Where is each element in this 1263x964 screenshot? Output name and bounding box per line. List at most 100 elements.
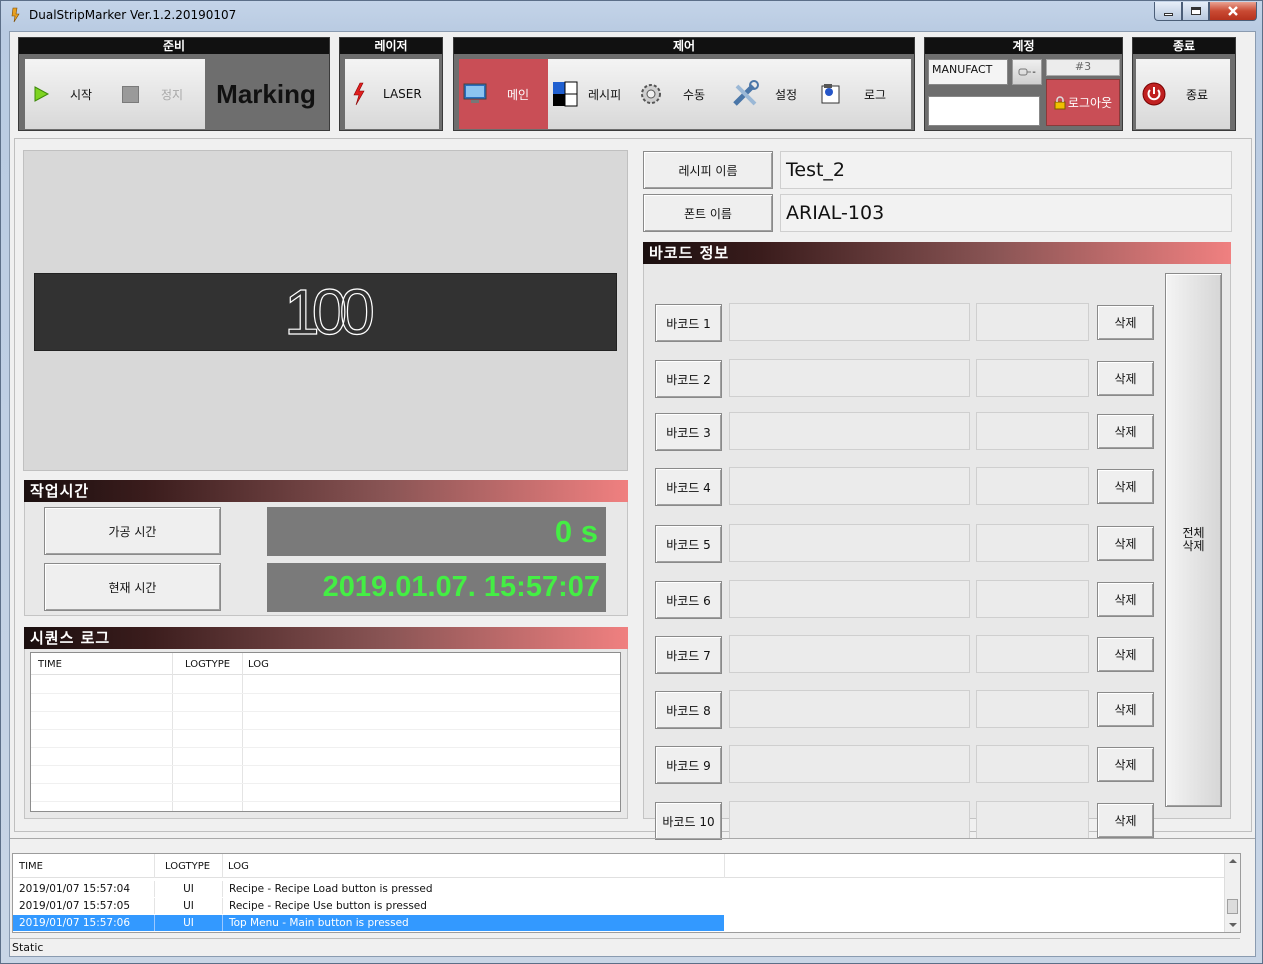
barcode-extra-field[interactable] <box>976 467 1089 505</box>
current-time-label: 현재 시간 <box>44 563 221 611</box>
exit-header: 종료 <box>1133 38 1235 54</box>
barcode-delete-button[interactable]: 삭제 <box>1097 692 1154 727</box>
key-button[interactable]: - <box>1012 59 1042 85</box>
barcode-delete-button[interactable]: 삭제 <box>1097 526 1154 561</box>
barcode-extra-field[interactable] <box>976 580 1089 618</box>
user-name-field: MANUFACT <box>928 59 1008 85</box>
power-icon <box>1142 82 1166 106</box>
sequence-log-header: 시퀀스 로그 <box>24 627 628 649</box>
exit-label: 종료 <box>1186 87 1209 102</box>
divider <box>10 838 1255 839</box>
barcode-value-field[interactable] <box>729 467 970 505</box>
column-header-time[interactable]: TIME <box>38 659 62 670</box>
barcode-extra-field[interactable] <box>976 359 1089 397</box>
barcode-value-field[interactable] <box>729 690 970 728</box>
barcode-value-field[interactable] <box>729 635 970 673</box>
barcode-delete-button[interactable]: 삭제 <box>1097 305 1154 340</box>
recipe-button[interactable]: 레시피 <box>548 59 635 129</box>
bottom-column-header-log[interactable]: LOG <box>228 861 249 872</box>
level-text: #3 <box>1074 60 1092 73</box>
laser-button[interactable]: LASER <box>345 59 439 129</box>
barcode-label-5: 바코드 5 <box>655 525 722 563</box>
barcode-label-6: 바코드 6 <box>655 581 722 619</box>
column-header-log[interactable]: LOG <box>248 659 269 670</box>
current-time-value: 2019.01.07. 15:57:07 <box>322 571 600 603</box>
log-row-type: UI <box>154 915 222 931</box>
column-header-logtype[interactable]: LOGTYPE <box>185 659 230 670</box>
barcode-extra-field[interactable] <box>976 801 1089 839</box>
barcode-extra-field[interactable] <box>976 635 1089 673</box>
log-row-type: UI <box>154 898 222 914</box>
barcode-delete-button[interactable]: 삭제 <box>1097 361 1154 396</box>
barcode-value-field[interactable] <box>729 359 970 397</box>
barcode-value-field[interactable] <box>729 303 970 341</box>
bottom-log-columns: TIME LOGTYPE LOG <box>13 854 1240 878</box>
stop-button[interactable]: 정지 <box>115 59 205 129</box>
barcode-label-text: 바코드 10 <box>662 814 715 829</box>
stop-label: 정지 <box>161 87 184 102</box>
recipe-name-field: Test_2 <box>780 151 1232 189</box>
barcode-label-10: 바코드 10 <box>655 802 722 840</box>
log-row-message: Recipe - Recipe Use button is pressed <box>222 898 427 914</box>
barcode-extra-field[interactable] <box>976 524 1089 562</box>
barcode-value-field[interactable] <box>729 580 970 618</box>
process-time-label-text: 가공 시간 <box>108 524 157 539</box>
barcode-delete-label: 삭제 <box>1114 425 1137 439</box>
barcode-delete-label: 삭제 <box>1114 316 1137 330</box>
bottom-column-header-time[interactable]: TIME <box>19 861 43 872</box>
app-icon <box>10 7 22 23</box>
barcode-extra-field[interactable] <box>976 412 1089 450</box>
barcode-label-2: 바코드 2 <box>655 360 722 398</box>
lightning-icon <box>353 82 365 106</box>
barcode-value-field[interactable] <box>729 412 970 450</box>
barcode-delete-label: 삭제 <box>1114 372 1137 386</box>
barcode-delete-button[interactable]: 삭제 <box>1097 803 1154 838</box>
sequence-log-list[interactable]: TIME LOGTYPE LOG <box>30 652 621 812</box>
start-button[interactable]: 시작 <box>25 59 115 129</box>
bottom-log-list[interactable]: TIME LOGTYPE LOG 2019/01/07 15:57:04 UI Re… <box>12 853 1241 933</box>
title-bar[interactable]: DualStripMarker Ver.1.2.20190107 <box>1 1 1262 31</box>
exit-button[interactable]: 종료 <box>1136 59 1230 129</box>
barcode-delete-button[interactable]: 삭제 <box>1097 414 1154 449</box>
log-row[interactable]: 2019/01/07 15:57:06 UI Top Menu - Main but… <box>13 915 724 931</box>
close-button[interactable] <box>1209 2 1257 21</box>
manual-button[interactable]: 수동 <box>635 59 725 129</box>
maximize-icon <box>1190 7 1201 15</box>
logout-button[interactable]: 로그아웃 <box>1046 79 1120 126</box>
barcode-delete-button[interactable]: 삭제 <box>1097 637 1154 672</box>
main-button[interactable]: 메인 <box>459 59 548 129</box>
bottom-column-header-logtype[interactable]: LOGTYPE <box>165 861 210 872</box>
minimize-button[interactable] <box>1154 2 1182 21</box>
marking-status: Marking <box>205 59 327 129</box>
scroll-thumb[interactable] <box>1227 899 1238 914</box>
log-row[interactable]: 2019/01/07 15:57:05 UI Recipe - Recipe Use… <box>13 898 724 914</box>
settings-button[interactable]: 설정 <box>725 59 814 129</box>
status-text: Static <box>12 941 44 954</box>
barcode-extra-field[interactable] <box>976 690 1089 728</box>
barcode-delete-button[interactable]: 삭제 <box>1097 582 1154 617</box>
barcode-value-field[interactable] <box>729 801 970 839</box>
barcode-extra-field[interactable] <box>976 303 1089 341</box>
laser-group: 레이저 LASER <box>339 37 443 131</box>
delete-all-button[interactable]: 전체 삭제 <box>1165 273 1222 807</box>
vertical-scrollbar[interactable] <box>1224 854 1240 932</box>
scroll-down-icon <box>1229 923 1237 927</box>
log-row[interactable]: 2019/01/07 15:57:04 UI Recipe - Recipe Loa… <box>13 881 724 897</box>
barcode-delete-button[interactable]: 삭제 <box>1097 747 1154 782</box>
barcode-delete-label: 삭제 <box>1114 758 1137 772</box>
app-window: DualStripMarker Ver.1.2.20190107 준비 시작 정… <box>0 0 1263 964</box>
barcode-delete-button[interactable]: 삭제 <box>1097 469 1154 504</box>
exit-group: 종료 종료 <box>1132 37 1236 131</box>
maximize-button[interactable] <box>1182 2 1209 21</box>
monitor-icon <box>463 83 487 103</box>
barcode-label-8: 바코드 8 <box>655 691 722 729</box>
barcode-extra-field[interactable] <box>976 745 1089 783</box>
marking-strip: 100 <box>34 273 617 351</box>
minimize-icon <box>1163 12 1173 16</box>
log-button[interactable]: 로그 <box>814 59 911 129</box>
delete-all-label: 전체 삭제 <box>1182 526 1205 553</box>
password-field[interactable] <box>928 96 1040 126</box>
prepare-group: 준비 시작 정지 Marking <box>18 37 330 131</box>
barcode-value-field[interactable] <box>729 745 970 783</box>
barcode-value-field[interactable] <box>729 524 970 562</box>
